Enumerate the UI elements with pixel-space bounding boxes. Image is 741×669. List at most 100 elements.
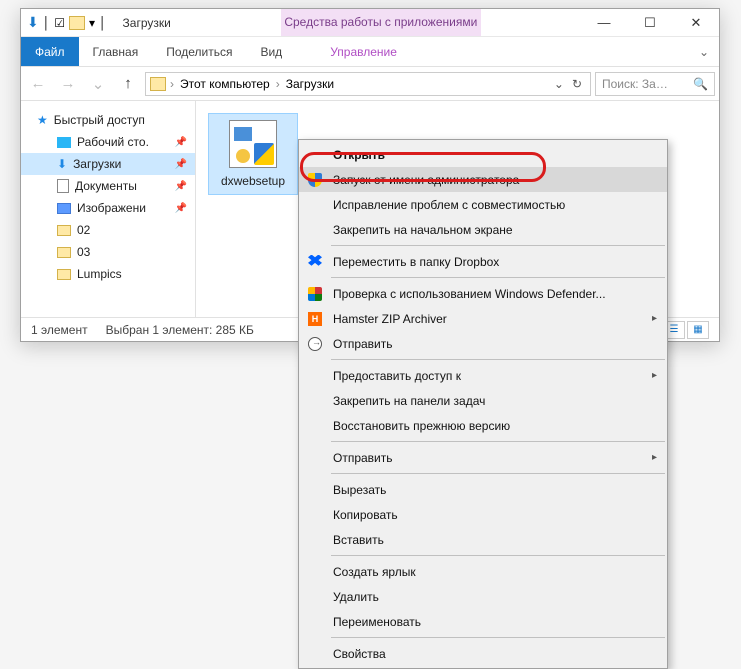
nav-forward-button[interactable]: → <box>55 71 81 97</box>
sidebar-item-label: Lumpics <box>77 267 122 281</box>
tab-share[interactable]: Поделиться <box>152 37 246 66</box>
cm-label: Проверка с использованием Windows Defend… <box>333 287 606 301</box>
sidebar-item-label: 03 <box>77 245 90 259</box>
close-button[interactable]: ✕ <box>673 9 719 37</box>
qat-chevron[interactable]: ▾ <box>89 16 95 30</box>
quick-access-label: Быстрый доступ <box>54 113 145 127</box>
sidebar-quick-access[interactable]: ★ Быстрый доступ <box>21 109 195 131</box>
defender-icon <box>307 286 323 302</box>
cm-label: Копировать <box>333 508 398 522</box>
tab-manage[interactable]: Управление <box>316 37 411 66</box>
document-icon <box>57 179 69 193</box>
folder-icon <box>57 269 71 280</box>
cm-label: Отправить <box>333 451 393 465</box>
chevron-right-icon: ▸ <box>652 313 657 324</box>
cm-label: Вырезать <box>333 483 386 497</box>
share-icon <box>307 336 323 352</box>
dropbox-icon <box>307 254 323 270</box>
ribbon-expand-icon[interactable]: ⌄ <box>689 37 719 66</box>
cm-label: Свойства <box>333 647 386 661</box>
status-item-count: 1 элемент <box>31 323 88 337</box>
cm-dropbox[interactable]: Переместить в папку Dropbox <box>299 249 667 274</box>
cm-label: Закрепить на начальном экране <box>333 223 513 237</box>
cm-cut[interactable]: Вырезать <box>299 477 667 502</box>
cm-label: Вставить <box>333 533 384 547</box>
window-buttons: — ☐ ✕ <box>581 9 719 37</box>
breadcrumb-end: ⌄ ↻ <box>550 77 586 91</box>
sidebar-item-pictures[interactable]: Изображени 📌 <box>21 197 195 219</box>
star-icon: ★ <box>37 113 48 127</box>
refresh-icon[interactable]: ↻ <box>570 77 584 91</box>
exe-icon <box>229 120 277 168</box>
cm-troubleshoot[interactable]: Исправление проблем с совместимостью <box>299 192 667 217</box>
cm-label: Предоставить доступ к <box>333 369 461 383</box>
folder-icon <box>57 247 71 258</box>
sidebar-item-folder-02[interactable]: 02 <box>21 219 195 241</box>
cm-properties[interactable]: Свойства <box>299 641 667 666</box>
breadcrumb[interactable]: › Этот компьютер › Загрузки ⌄ ↻ <box>145 72 591 96</box>
download-icon: ⬇ <box>57 157 67 171</box>
cm-label: Закрепить на панели задач <box>333 394 485 408</box>
tab-view[interactable]: Вид <box>246 37 296 66</box>
cm-label: Hamster ZIP Archiver <box>333 312 447 326</box>
view-icons-button[interactable]: ▦ <box>687 321 709 339</box>
separator <box>331 473 665 474</box>
navigation-pane: ★ Быстрый доступ Рабочий сто. 📌 ⬇ Загруз… <box>21 101 196 317</box>
chevron-right-icon: ▸ <box>652 370 657 381</box>
separator <box>331 277 665 278</box>
nav-back-button[interactable]: ← <box>25 71 51 97</box>
file-item-dxwebsetup[interactable]: dxwebsetup <box>208 113 298 195</box>
search-input[interactable]: Поиск: За… 🔍 <box>595 72 715 96</box>
sidebar-item-label: Изображени <box>77 201 146 215</box>
breadcrumb-current[interactable]: Загрузки <box>284 77 336 91</box>
pin-icon: 📌 <box>175 203 187 214</box>
contextual-tab-header: Средства работы с приложениями <box>281 9 481 36</box>
pin-icon: 📌 <box>175 137 187 148</box>
qat-dropdown-icon[interactable]: ⬇ <box>27 14 39 31</box>
pictures-icon <box>57 203 71 214</box>
cm-label: Восстановить прежнюю версию <box>333 419 510 433</box>
qat-separator: │ <box>43 16 51 30</box>
cm-restore[interactable]: Восстановить прежнюю версию <box>299 413 667 438</box>
sidebar-item-label: 02 <box>77 223 90 237</box>
cm-open[interactable]: Открыть <box>299 142 667 167</box>
cm-defender[interactable]: Проверка с использованием Windows Defend… <box>299 281 667 306</box>
breadcrumb-chevron[interactable]: › <box>274 77 282 91</box>
folder-icon <box>57 225 71 236</box>
cm-pin-start[interactable]: Закрепить на начальном экране <box>299 217 667 242</box>
cm-copy[interactable]: Копировать <box>299 502 667 527</box>
file-label: dxwebsetup <box>215 174 291 188</box>
pin-icon: 📌 <box>175 159 187 170</box>
minimize-button[interactable]: — <box>581 9 627 37</box>
sidebar-item-label: Рабочий сто. <box>77 135 149 149</box>
cm-label: Исправление проблем с совместимостью <box>333 198 565 212</box>
cm-shortcut[interactable]: Создать ярлык <box>299 559 667 584</box>
cm-share[interactable]: Отправить <box>299 331 667 356</box>
cm-delete[interactable]: Удалить <box>299 584 667 609</box>
nav-up-button[interactable]: ↑ <box>115 71 141 97</box>
sidebar-item-documents[interactable]: Документы 📌 <box>21 175 195 197</box>
breadcrumb-dropdown-icon[interactable]: ⌄ <box>552 77 566 91</box>
cm-label: Переместить в папку Dropbox <box>333 255 499 269</box>
cm-label: Запуск от имени администратора <box>333 173 519 187</box>
cm-send-to[interactable]: Отправить ▸ <box>299 445 667 470</box>
cm-label: Отправить <box>333 337 393 351</box>
breadcrumb-chevron[interactable]: › <box>168 77 176 91</box>
checkbox-icon[interactable]: ☑ <box>54 16 65 30</box>
nav-history-icon[interactable]: ⌄ <box>85 71 111 97</box>
cm-run-as-admin[interactable]: Запуск от имени администратора <box>299 167 667 192</box>
titlebar: ⬇ │ ☑ ▾ │ Загрузки Средства работы с при… <box>21 9 719 37</box>
cm-hamster[interactable]: H Hamster ZIP Archiver ▸ <box>299 306 667 331</box>
breadcrumb-root[interactable]: Этот компьютер <box>178 77 272 91</box>
sidebar-item-desktop[interactable]: Рабочий сто. 📌 <box>21 131 195 153</box>
address-bar: ← → ⌄ ↑ › Этот компьютер › Загрузки ⌄ ↻ … <box>21 67 719 101</box>
sidebar-item-downloads[interactable]: ⬇ Загрузки 📌 <box>21 153 195 175</box>
cm-pin-taskbar[interactable]: Закрепить на панели задач <box>299 388 667 413</box>
sidebar-item-folder-lumpics[interactable]: Lumpics <box>21 263 195 285</box>
maximize-button[interactable]: ☐ <box>627 9 673 37</box>
cm-give-access[interactable]: Предоставить доступ к ▸ <box>299 363 667 388</box>
tab-home[interactable]: Главная <box>79 37 153 66</box>
sidebar-item-folder-03[interactable]: 03 <box>21 241 195 263</box>
cm-paste[interactable]: Вставить <box>299 527 667 552</box>
tab-file[interactable]: Файл <box>21 37 79 66</box>
